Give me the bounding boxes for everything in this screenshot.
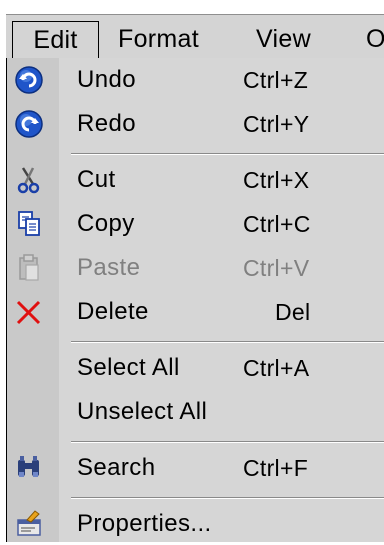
menu-item-delete[interactable]: Delete Del <box>7 293 384 331</box>
shortcut-label: Ctrl+F <box>243 455 309 481</box>
menu-item-properties[interactable]: Properties... <box>7 505 384 543</box>
menu-separator <box>71 441 384 443</box>
menu-bar: Edit Format View O <box>6 14 384 60</box>
menu-item-cut[interactable]: Cut Ctrl+X <box>7 161 384 199</box>
redo-icon <box>13 108 45 140</box>
scissors-icon <box>13 164 45 196</box>
properties-icon <box>13 508 45 540</box>
shortcut-label: Ctrl+V <box>243 255 310 281</box>
menu-item-label: Copy <box>77 210 135 237</box>
menu-separator <box>71 153 384 155</box>
menu-item-search[interactable]: Search Ctrl+F <box>7 449 384 487</box>
copy-icon <box>13 208 45 240</box>
menu-item-select-all[interactable]: Select All Ctrl+A <box>7 349 384 387</box>
menu-item-label: Cut <box>77 166 116 193</box>
menu-item-label: Redo <box>77 110 136 137</box>
shortcut-label: Del <box>275 299 311 325</box>
delete-icon <box>13 296 45 328</box>
menu-separator <box>71 497 384 499</box>
menu-item-label: Properties... <box>77 510 212 537</box>
menu-options[interactable]: O <box>366 21 384 57</box>
binoculars-icon <box>13 452 45 484</box>
menu-item-unselect-all[interactable]: Unselect All <box>7 393 384 431</box>
paste-icon <box>13 252 45 284</box>
menu-item-label: Search <box>77 454 156 481</box>
menu-separator <box>71 341 384 343</box>
menu-item-label: Select All <box>77 354 180 381</box>
menu-view[interactable]: View <box>256 21 311 57</box>
menu-item-copy[interactable]: Copy Ctrl+C <box>7 205 384 243</box>
menu-item-label: Unselect All <box>77 398 208 425</box>
undo-icon <box>13 64 45 96</box>
menu-item-label: Delete <box>77 298 149 325</box>
shortcut-label: Ctrl+C <box>243 211 311 237</box>
menu-item-undo[interactable]: Undo Ctrl+Z <box>7 61 384 99</box>
menu-item-label: Undo <box>77 66 136 93</box>
menu-item-label: Paste <box>77 254 141 281</box>
shortcut-label: Ctrl+A <box>243 355 310 381</box>
menu-item-redo[interactable]: Redo Ctrl+Y <box>7 105 384 143</box>
edit-menu-screen: Edit Format View O Undo Ctrl+Z Redo Ctrl… <box>0 0 384 542</box>
menu-item-paste[interactable]: Paste Ctrl+V <box>7 249 384 287</box>
menu-format[interactable]: Format <box>118 21 199 57</box>
shortcut-label: Ctrl+Z <box>243 67 309 93</box>
shortcut-label: Ctrl+X <box>243 167 310 193</box>
edit-dropdown: Undo Ctrl+Z Redo Ctrl+Y Cut Ctrl+X Copy … <box>6 58 384 542</box>
shortcut-label: Ctrl+Y <box>243 111 310 137</box>
menu-edit[interactable]: Edit <box>12 21 99 58</box>
